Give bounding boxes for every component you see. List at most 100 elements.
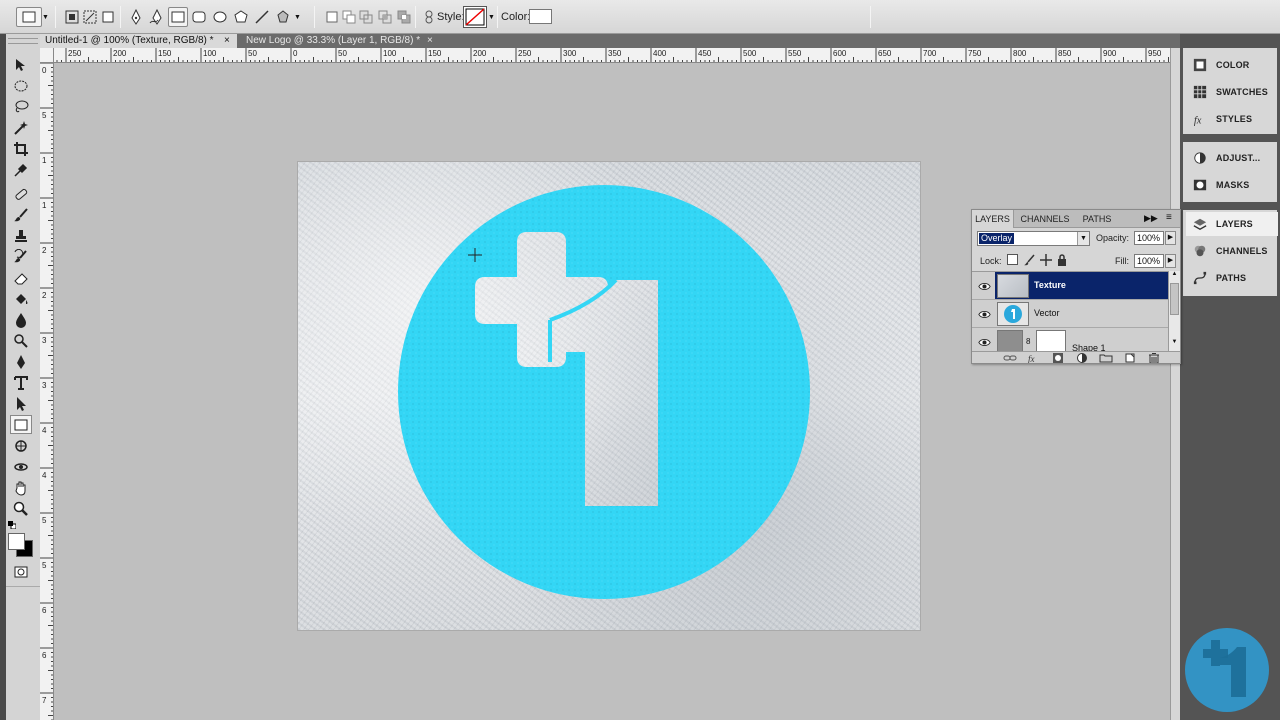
- vertical-ruler[interactable]: 0511223344556677: [40, 63, 54, 720]
- add-mask-icon[interactable]: [1050, 352, 1066, 364]
- lock-transparent-pixels-icon[interactable]: [1007, 254, 1018, 265]
- pen-tool-button[interactable]: [126, 7, 146, 27]
- crop-tool[interactable]: [10, 139, 32, 158]
- subtract-shape-button[interactable]: [356, 7, 376, 27]
- opacity-slider-toggle[interactable]: ▶: [1165, 231, 1176, 245]
- scroll-down-icon[interactable]: ▼: [1170, 339, 1179, 348]
- dock-color-button[interactable]: COLOR: [1186, 53, 1278, 77]
- marquee-tool[interactable]: [10, 76, 32, 95]
- horizontal-ruler[interactable]: 250 200 150 100 50 0 50 100 150 200 250 300 350 400 45…: [40, 48, 1170, 63]
- new-layer-icon[interactable]: [1122, 352, 1138, 364]
- close-icon[interactable]: ×: [224, 34, 230, 48]
- adjustment-layer-icon[interactable]: [1074, 352, 1090, 364]
- chevron-down-icon[interactable]: ▼: [41, 7, 50, 27]
- freeform-pen-button[interactable]: [147, 7, 167, 27]
- lock-position-icon[interactable]: [1040, 254, 1052, 266]
- scroll-up-icon[interactable]: ▲: [1170, 271, 1179, 280]
- dodge-tool[interactable]: [10, 331, 32, 350]
- custom-shape-button[interactable]: [273, 7, 293, 27]
- rectangle-icon: [14, 419, 28, 430]
- panel-menu-icon[interactable]: ≡: [1166, 212, 1172, 223]
- opacity-input[interactable]: 100%: [1134, 231, 1164, 245]
- eye-icon[interactable]: [976, 278, 992, 294]
- link-layers-icon[interactable]: [1002, 352, 1018, 364]
- tab-channels[interactable]: CHANNELS: [1016, 210, 1074, 228]
- scroll-thumb[interactable]: [1170, 283, 1179, 315]
- dock-masks-button[interactable]: MASKS: [1186, 173, 1278, 197]
- blend-mode-select[interactable]: Overlay ▼: [977, 231, 1090, 246]
- shape-tool[interactable]: [10, 415, 32, 434]
- chain-link-icon: 8: [1026, 337, 1031, 346]
- eyedropper-tool[interactable]: [10, 160, 32, 179]
- 3d-orbit-tool[interactable]: [10, 457, 32, 476]
- ruler-origin[interactable]: [40, 48, 54, 63]
- history-brush-tool[interactable]: [10, 247, 32, 266]
- eye-icon[interactable]: [976, 306, 992, 322]
- lock-all-icon[interactable]: [1056, 254, 1068, 266]
- document-canvas[interactable]: [298, 162, 920, 630]
- quick-mask-button[interactable]: [10, 562, 32, 581]
- chevron-down-icon[interactable]: ▼: [487, 7, 496, 27]
- tab-layers[interactable]: LAYERS: [972, 210, 1014, 228]
- dock-styles-button[interactable]: fx STYLES: [1186, 107, 1278, 131]
- fill-input[interactable]: 100%: [1134, 254, 1164, 268]
- link-style-button[interactable]: [419, 7, 439, 27]
- new-group-icon[interactable]: [1098, 352, 1114, 364]
- paths-mode-button[interactable]: [80, 7, 100, 27]
- 3d-rotate-tool[interactable]: [10, 436, 32, 455]
- healing-brush-tool[interactable]: [10, 184, 32, 203]
- dock-layers-button[interactable]: LAYERS: [1186, 212, 1278, 236]
- lock-image-pixels-icon[interactable]: [1024, 254, 1036, 266]
- style-picker[interactable]: [463, 6, 487, 28]
- document-tab-new-logo[interactable]: New Logo @ 33.3% (Layer 1, RGB/8) * ×: [241, 34, 451, 48]
- lasso-tool[interactable]: [10, 97, 32, 116]
- layer-list-scrollbar[interactable]: ▲ ▼: [1168, 271, 1180, 351]
- paint-bucket-tool[interactable]: [10, 289, 32, 308]
- rounded-rectangle-button[interactable]: [189, 7, 209, 27]
- ellipse-button[interactable]: [210, 7, 230, 27]
- color-swatch[interactable]: [529, 9, 552, 24]
- layer-style-icon[interactable]: fx: [1026, 352, 1042, 364]
- type-tool[interactable]: [10, 373, 32, 392]
- foreground-color-swatch[interactable]: [8, 533, 25, 550]
- layer-row-texture[interactable]: Texture: [972, 272, 1168, 300]
- document-tab-untitled[interactable]: Untitled-1 @ 100% (Texture, RGB/8) * ×: [40, 34, 237, 48]
- exclude-shape-button[interactable]: [394, 7, 414, 27]
- polygon-button[interactable]: [231, 7, 251, 27]
- tab-paths[interactable]: PATHS: [1074, 210, 1120, 228]
- dock-paths-button[interactable]: PATHS: [1186, 266, 1278, 290]
- rectangle-tool-icon: [22, 11, 36, 23]
- magnifier-icon: [13, 501, 28, 516]
- eraser-tool[interactable]: [10, 268, 32, 287]
- layer-row-vector[interactable]: Vector: [972, 300, 1168, 328]
- fill-slider-toggle[interactable]: ▶: [1165, 254, 1176, 268]
- close-icon[interactable]: ×: [427, 34, 433, 48]
- toolbox-grip[interactable]: [8, 38, 38, 44]
- ruler-label: 6: [42, 651, 47, 660]
- intersect-shape-button[interactable]: [375, 7, 395, 27]
- eye-icon[interactable]: [976, 334, 992, 350]
- layer-row-shape-1[interactable]: 8 Shape 1: [972, 328, 1168, 351]
- clone-stamp-tool[interactable]: [10, 226, 32, 245]
- blur-tool[interactable]: [10, 310, 32, 329]
- move-tool[interactable]: [10, 55, 32, 74]
- trash-icon[interactable]: [1146, 352, 1162, 364]
- pen-tool[interactable]: [10, 352, 32, 371]
- workspace-scrollbar[interactable]: [1170, 48, 1180, 720]
- zoom-tool[interactable]: [10, 499, 32, 518]
- collapse-panel-icon[interactable]: ▶▶: [1144, 213, 1158, 224]
- default-colors-icon[interactable]: [8, 520, 17, 530]
- hand-tool[interactable]: [10, 478, 32, 497]
- shape-layers-button[interactable]: [62, 7, 82, 27]
- dock-swatches-button[interactable]: SWATCHES: [1186, 80, 1278, 104]
- tool-preset-picker[interactable]: [16, 7, 42, 27]
- line-button[interactable]: [252, 7, 272, 27]
- rectangle-shape-button[interactable]: [168, 7, 188, 27]
- chevron-down-icon[interactable]: ▼: [293, 7, 302, 27]
- path-selection-tool[interactable]: [10, 394, 32, 413]
- dock-channels-button[interactable]: CHANNELS: [1186, 239, 1278, 263]
- brush-tool[interactable]: [10, 205, 32, 224]
- fill-pixels-button[interactable]: [98, 7, 118, 27]
- magic-wand-tool[interactable]: [10, 118, 32, 137]
- dock-adjustments-button[interactable]: ADJUST...: [1186, 146, 1278, 170]
